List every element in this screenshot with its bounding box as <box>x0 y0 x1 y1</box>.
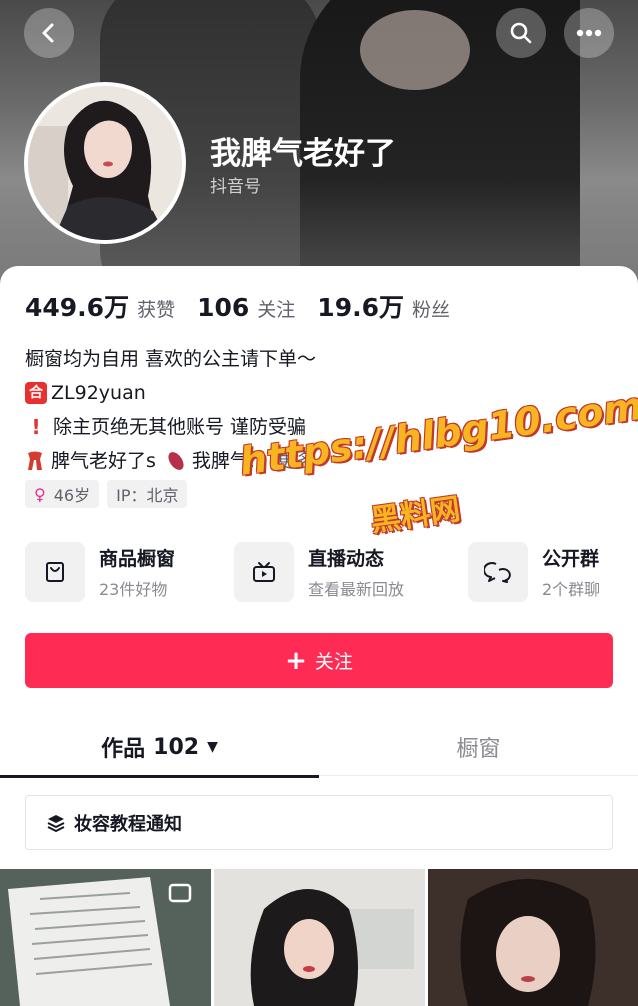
shortcut-title: 商品橱窗 <box>99 548 176 570</box>
profile-bio: 橱窗均为自用 喜欢的公主请下单～ 合 ZL92yuan ! 除主页绝无其他账号 … <box>25 342 585 478</box>
following-label: 关注 <box>257 299 296 321</box>
portrait-photo <box>214 869 425 1006</box>
back-button[interactable] <box>24 8 74 58</box>
shortcut-shop-window[interactable]: 商品橱窗 23件好物 <box>25 542 215 606</box>
tab-works-label: 作品 <box>101 737 146 762</box>
video-grid <box>0 869 638 1006</box>
profile-card: 449.6万 获赞 106 关注 19.6万 粉丝 橱窗均为自用 喜欢的公主请下… <box>0 266 638 1006</box>
bio-line: 合 ZL92yuan <box>25 376 585 410</box>
bio-line: ! 除主页绝无其他账号 谨防受骗 <box>25 410 585 444</box>
active-tab-indicator <box>0 775 319 778</box>
shortcut-subtitle: 查看最新回放 <box>308 580 405 599</box>
caret-down-icon: ▼ <box>207 739 218 755</box>
bio-text: 我脾气... <box>191 450 268 472</box>
shortcut-icon-box <box>468 542 528 602</box>
age-tag: ♀ 46岁 <box>25 480 100 508</box>
shortcut-title: 公开群 <box>542 548 600 570</box>
age-text: 46岁 <box>53 486 91 505</box>
bio-line: 橱窗均为自用 喜欢的公主请下单～ <box>25 342 585 376</box>
profile-stats: 449.6万 获赞 106 关注 19.6万 粉丝 <box>25 288 472 324</box>
bio-more-link[interactable]: 更多 <box>277 444 315 478</box>
tab-works[interactable]: 作品 102 ▼ <box>0 718 319 778</box>
he-badge-icon: 合 <box>25 382 47 404</box>
shortcut-icon-box <box>234 542 294 602</box>
more-horizontal-icon <box>576 29 602 37</box>
bio-line: 脾气老好了s 我脾气... 更多 <box>25 444 585 478</box>
shortcut-subtitle: 23件好物 <box>99 580 168 599</box>
bio-text: 脾气老好了s <box>51 450 156 472</box>
tab-shop-window[interactable]: 橱窗 <box>319 718 638 776</box>
profile-shortcuts: 商品橱窗 23件好物 直播动态 查看最新回放 公开群 2个群聊 <box>25 542 638 606</box>
video-thumbnail[interactable] <box>214 869 425 1006</box>
scarf-emoji-icon <box>28 451 42 470</box>
following-count[interactable]: 106 <box>197 293 249 322</box>
header-background-detail <box>360 10 470 90</box>
likes-label: 获赞 <box>137 299 176 321</box>
collection-banner[interactable]: 妆容教程通知 <box>25 795 613 850</box>
profile-avatar[interactable] <box>24 82 186 244</box>
content-tabs: 作品 102 ▼ 橱窗 <box>0 718 638 778</box>
video-thumbnail[interactable] <box>428 869 638 1006</box>
follow-button[interactable]: + 关注 <box>25 633 613 688</box>
tab-works-count: 102 <box>153 734 200 760</box>
shortcut-live[interactable]: 直播动态 查看最新回放 <box>234 542 454 606</box>
search-icon <box>510 22 532 44</box>
chevron-left-icon <box>42 23 54 43</box>
search-button[interactable] <box>496 8 546 58</box>
shortcut-title: 直播动态 <box>308 548 385 570</box>
ip-text: IP：北京 <box>116 486 179 505</box>
shopping-bag-icon <box>46 562 64 582</box>
profile-header: 我脾气老好了 抖音号 <box>0 0 638 300</box>
avatar-portrait <box>28 86 182 240</box>
bio-text: 除主页绝无其他账号 谨防受骗 <box>53 416 307 438</box>
profile-nickname: 我脾气老好了 <box>210 136 396 172</box>
document-photo <box>0 869 211 1006</box>
shortcut-subtitle: 2个群聊 <box>542 580 601 599</box>
tab-window-label: 橱窗 <box>456 737 501 762</box>
chat-bubbles-icon <box>484 562 511 583</box>
plus-icon: + <box>285 645 307 676</box>
ip-tag: IP：北京 <box>107 480 188 508</box>
shortcut-icon-box <box>25 542 85 602</box>
fans-label: 粉丝 <box>411 299 450 321</box>
female-icon: ♀ <box>34 484 46 504</box>
bio-text: 橱窗均为自用 喜欢的公主请下单～ <box>25 348 317 370</box>
tv-icon <box>253 562 275 582</box>
layers-icon <box>47 814 65 832</box>
video-thumbnail[interactable] <box>0 869 211 1006</box>
collection-label: 妆容教程通知 <box>74 813 182 835</box>
selfie-photo <box>428 869 638 1006</box>
profile-tags: ♀ 46岁 IP：北京 <box>25 480 195 508</box>
exclamation-icon: ! <box>31 415 41 439</box>
shortcut-group-chat[interactable]: 公开群 2个群聊 <box>468 542 638 606</box>
fans-count[interactable]: 19.6万 <box>317 288 404 324</box>
more-button[interactable] <box>564 8 614 58</box>
bio-text: ZL92yuan <box>51 382 146 404</box>
follow-label: 关注 <box>314 651 353 673</box>
account-id-label[interactable]: 抖音号 <box>210 172 261 197</box>
sweet-potato-emoji-icon <box>168 452 184 470</box>
likes-count[interactable]: 449.6万 <box>25 288 129 324</box>
